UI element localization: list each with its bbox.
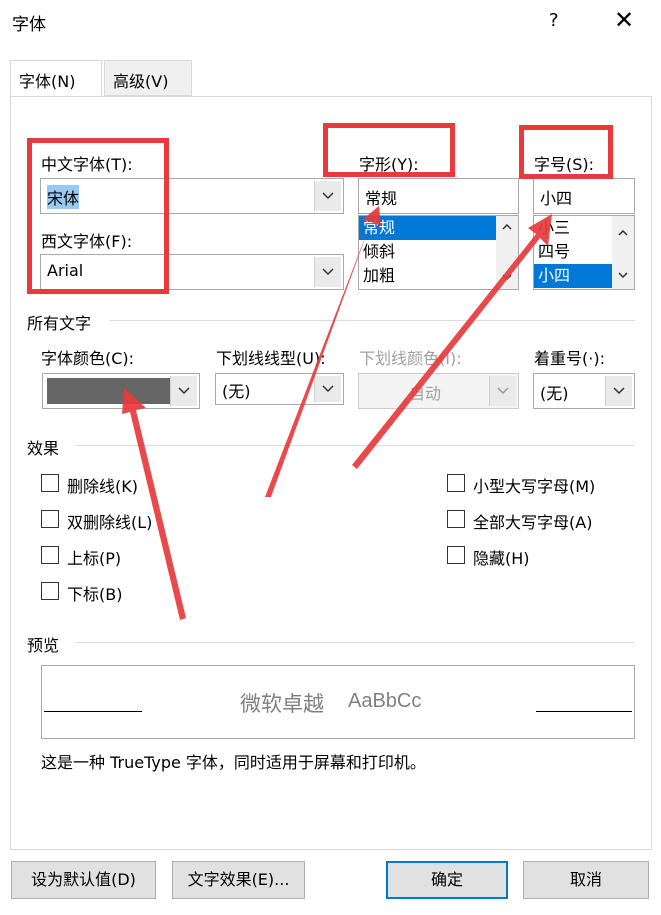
tab-font-label: 字体(N) bbox=[19, 72, 76, 91]
list-item[interactable]: 加粗 bbox=[359, 264, 518, 288]
chevron-down-icon[interactable] bbox=[502, 274, 512, 280]
cancel-button[interactable]: 取消 bbox=[523, 861, 649, 899]
tab-advanced-label: 高级(V) bbox=[113, 72, 169, 91]
strikethrough-label: 删除线(K) bbox=[67, 477, 138, 496]
divider bbox=[75, 642, 635, 643]
style-scrollbar[interactable] bbox=[496, 216, 518, 289]
title-bar bbox=[0, 0, 661, 44]
chevron-down-icon[interactable] bbox=[618, 272, 628, 278]
double-strikethrough-label: 双删除线(L) bbox=[67, 513, 153, 532]
preview-note: 这是一种 TrueType 字体，同时适用于屏幕和打印机。 bbox=[41, 753, 426, 772]
divider bbox=[75, 445, 635, 446]
all-caps-checkbox[interactable] bbox=[447, 510, 465, 528]
text-effects-button[interactable]: 文字效果(E)... bbox=[172, 861, 305, 899]
ok-button[interactable]: 确定 bbox=[386, 861, 508, 899]
font-color-dropdown[interactable] bbox=[42, 373, 200, 409]
underline-style-value: (无) bbox=[222, 382, 251, 401]
size-input[interactable]: 小四 bbox=[533, 178, 635, 214]
preview-sample-en: AaBbCc bbox=[348, 690, 422, 712]
chevron-down-icon[interactable] bbox=[605, 376, 632, 406]
chevron-down-icon bbox=[489, 376, 516, 406]
emphasis-label: 着重号(·): bbox=[534, 349, 605, 368]
dialog-title: 字体 bbox=[12, 15, 46, 35]
list-item[interactable]: 小四 bbox=[534, 264, 612, 288]
superscript-checkbox[interactable] bbox=[41, 546, 59, 564]
style-input-value: 常规 bbox=[365, 189, 398, 208]
underline-style-label: 下划线线型(U): bbox=[216, 349, 326, 368]
set-default-button[interactable]: 设为默认值(D) bbox=[11, 861, 156, 899]
underline-color-value: 自动 bbox=[409, 384, 442, 403]
underline-color-label: 下划线颜色(I): bbox=[359, 349, 462, 368]
preview-sample-cn: 微软卓越 bbox=[240, 692, 324, 716]
chevron-down-icon[interactable] bbox=[314, 181, 341, 211]
font-color-label: 字体颜色(C): bbox=[41, 349, 135, 368]
all-text-heading: 所有文字 bbox=[27, 314, 92, 333]
subscript-checkbox[interactable] bbox=[41, 582, 59, 600]
style-input[interactable]: 常规 bbox=[358, 178, 519, 214]
tab-font[interactable]: 字体(N) bbox=[10, 60, 102, 96]
divider bbox=[110, 320, 635, 321]
superscript-label: 上标(P) bbox=[67, 549, 122, 568]
style-list[interactable]: 常规 倾斜 加粗 bbox=[358, 215, 519, 290]
effects-heading: 效果 bbox=[27, 439, 60, 458]
tab-advanced[interactable]: 高级(V) bbox=[104, 60, 192, 96]
annotation-box-size bbox=[519, 125, 613, 179]
preview-baseline-left bbox=[44, 711, 142, 712]
hidden-label: 隐藏(H) bbox=[473, 549, 530, 568]
subscript-label: 下标(B) bbox=[67, 585, 123, 604]
emphasis-value: (无) bbox=[540, 384, 569, 403]
annotation-box-font-names bbox=[27, 138, 169, 294]
preview-baseline-right bbox=[536, 711, 632, 712]
size-list[interactable]: 小三 四号 小四 bbox=[533, 215, 635, 290]
emphasis-dropdown[interactable]: (无) bbox=[533, 373, 635, 409]
size-scrollbar[interactable] bbox=[612, 216, 634, 289]
help-button[interactable]: ? bbox=[549, 10, 559, 31]
all-caps-label: 全部大写字母(A) bbox=[473, 513, 593, 532]
list-item[interactable]: 常规 bbox=[359, 216, 518, 240]
chevron-down-icon[interactable] bbox=[314, 257, 341, 287]
underline-color-dropdown: 自动 bbox=[358, 373, 519, 409]
strikethrough-checkbox[interactable] bbox=[41, 474, 59, 492]
chevron-up-icon[interactable] bbox=[618, 230, 628, 236]
chevron-down-icon[interactable] bbox=[170, 376, 197, 406]
list-item[interactable]: 倾斜 bbox=[359, 240, 518, 264]
close-button[interactable]: ✕ bbox=[614, 6, 634, 34]
chevron-up-icon[interactable] bbox=[502, 224, 512, 230]
small-caps-label: 小型大写字母(M) bbox=[473, 477, 596, 496]
size-input-value: 小四 bbox=[540, 189, 573, 208]
double-strikethrough-checkbox[interactable] bbox=[41, 510, 59, 528]
font-color-swatch bbox=[47, 378, 171, 404]
annotation-box-style bbox=[323, 123, 455, 177]
hidden-checkbox[interactable] bbox=[447, 546, 465, 564]
small-caps-checkbox[interactable] bbox=[447, 474, 465, 492]
preview-box: 微软卓越 AaBbCc bbox=[41, 665, 635, 739]
chevron-down-icon[interactable] bbox=[314, 376, 341, 402]
underline-style-dropdown[interactable]: (无) bbox=[215, 373, 344, 405]
preview-heading: 预览 bbox=[27, 636, 60, 655]
